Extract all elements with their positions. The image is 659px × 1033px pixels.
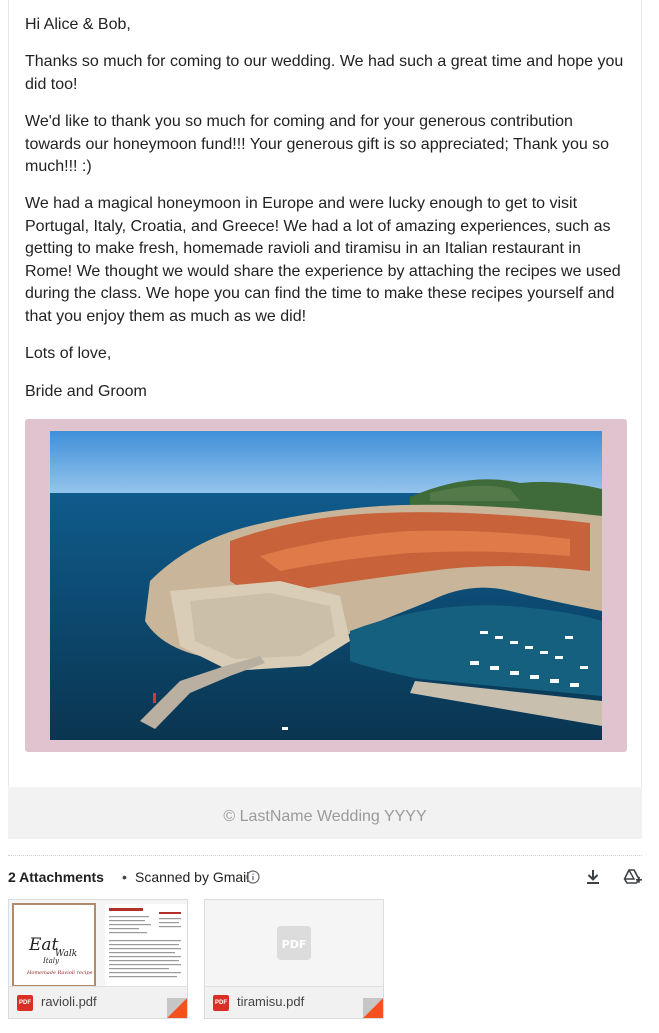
greeting: Hi Alice & Bob,: [25, 16, 131, 33]
photo-frame: [25, 419, 627, 752]
separator-dot: •: [122, 869, 127, 885]
attachment-filename: ravioli.pdf: [41, 994, 97, 1009]
generic-pdf-label: PDF: [282, 938, 307, 951]
email-message-card: Hi Alice & Bob, Thanks so much for comin…: [8, 0, 642, 839]
honeymoon-photo: [50, 431, 602, 740]
scanned-by-gmail-label: Scanned by Gmail: [135, 869, 250, 885]
logo-caption: Homemade Ravioli recipe: [26, 970, 93, 976]
attachments-divider: [8, 855, 642, 856]
corner-fold-icon: [363, 998, 383, 1018]
footer-copyright: © LastName Wedding YYYY: [223, 808, 427, 825]
paragraph-honeymoon: We had a magical honeymoon in Europe and…: [25, 195, 621, 325]
pdf-icon: PDF: [213, 995, 229, 1011]
info-icon[interactable]: [246, 870, 260, 884]
closing: Lots of love,: [25, 345, 112, 362]
paragraph-thanks: Thanks so much for coming to our wedding…: [25, 53, 624, 93]
tiramisu-filename-bar: PDF tiramisu.pdf: [205, 986, 383, 1018]
attachment-tiramisu[interactable]: PDF PDF tiramisu.pdf: [204, 899, 384, 1019]
logo-eat: Eat: [28, 935, 59, 955]
add-to-drive-icon[interactable]: [622, 867, 642, 887]
attachment-ravioli[interactable]: Eat Walk Italy Homemade Ravioli recipe P…: [8, 899, 188, 1019]
attachment-filename: tiramisu.pdf: [237, 994, 305, 1009]
pdf-icon: PDF: [17, 995, 33, 1011]
signature: Bride and Groom: [25, 383, 147, 400]
attachments-count: 2 Attachments: [8, 869, 104, 885]
paragraph-gift: We'd like to thank you so much for comin…: [25, 113, 610, 175]
download-all-icon[interactable]: [583, 867, 603, 887]
attachments-header: 2 Attachments • Scanned by Gmail: [8, 867, 648, 887]
ravioli-filename-bar: PDF ravioli.pdf: [9, 986, 187, 1018]
email-footer: © LastName Wedding YYYY: [8, 787, 642, 839]
logo-italy: Italy: [42, 957, 60, 965]
tiramisu-preview: PDF: [205, 900, 383, 986]
corner-fold-icon: [167, 998, 187, 1018]
ravioli-preview: Eat Walk Italy Homemade Ravioli recipe: [9, 900, 187, 987]
